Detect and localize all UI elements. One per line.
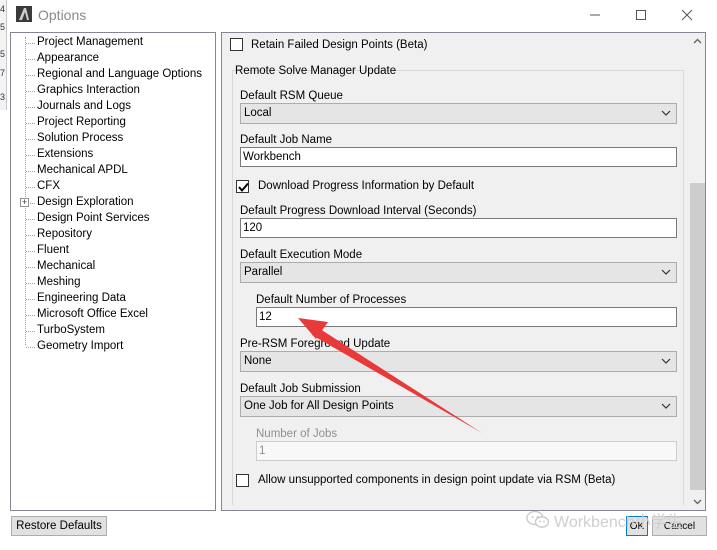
tree-item-graphics-interaction[interactable]: Graphics Interaction bbox=[11, 83, 215, 99]
tree-item-journals-logs[interactable]: Journals and Logs bbox=[11, 99, 215, 115]
pre-rsm-update-value: None bbox=[244, 355, 272, 367]
tree-item-turbosystem[interactable]: TurboSystem bbox=[11, 323, 215, 339]
edge-char: 3 bbox=[0, 92, 6, 102]
download-progress-label: Download Progress Information by Default bbox=[258, 180, 475, 192]
ansys-logo-icon bbox=[16, 6, 32, 22]
tree-item-meshing[interactable]: Meshing bbox=[11, 275, 215, 291]
tree-item-appearance[interactable]: Appearance bbox=[11, 51, 215, 67]
minimize-icon bbox=[590, 14, 600, 16]
allow-unsupported-checkbox[interactable] bbox=[236, 474, 249, 487]
download-interval-input[interactable]: 120 bbox=[240, 218, 677, 238]
window-title: Options bbox=[38, 7, 87, 23]
checkmark-icon bbox=[238, 182, 249, 193]
tree-item-microsoft-office-excel[interactable]: Microsoft Office Excel bbox=[11, 307, 215, 323]
default-job-name-label: Default Job Name bbox=[240, 134, 333, 146]
watermark: Workbench小学生 bbox=[526, 508, 683, 532]
edge-char: 7 bbox=[0, 68, 6, 78]
num-processes-label: Default Number of Processes bbox=[256, 294, 407, 306]
default-rsm-queue-label: Default RSM Queue bbox=[240, 90, 343, 102]
rsm-group-title: Remote Solve Manager Update bbox=[235, 65, 397, 77]
number-of-jobs-input: 1 bbox=[256, 441, 677, 461]
title-bar: Options bbox=[0, 0, 717, 30]
default-job-name-input[interactable]: Workbench bbox=[240, 147, 677, 167]
pre-rsm-update-label: Pre-RSM Foreground Update bbox=[240, 338, 391, 350]
default-job-name-value: Workbench bbox=[243, 151, 301, 163]
number-of-jobs-label: Number of Jobs bbox=[256, 428, 338, 440]
tree-item-repository[interactable]: Repository bbox=[11, 227, 215, 243]
vertical-scrollbar[interactable] bbox=[688, 33, 705, 510]
tree-item-fluent[interactable]: Fluent bbox=[11, 243, 215, 259]
chevron-down-icon bbox=[693, 499, 702, 505]
num-processes-value: 12 bbox=[259, 311, 272, 323]
edge-char: 5 bbox=[0, 49, 6, 59]
tree-item-geometry-import[interactable]: Geometry Import bbox=[11, 339, 215, 355]
download-progress-checkbox[interactable] bbox=[236, 180, 249, 193]
maximize-button[interactable] bbox=[618, 0, 664, 30]
execution-mode-select[interactable]: Parallel bbox=[240, 262, 677, 283]
tree-item-project-reporting[interactable]: Project Reporting bbox=[11, 115, 215, 131]
chevron-down-icon bbox=[661, 110, 671, 116]
edge-char: 4 bbox=[0, 4, 6, 14]
scroll-down-button[interactable] bbox=[689, 493, 705, 510]
restore-defaults-button[interactable]: Restore Defaults bbox=[11, 516, 107, 536]
close-button[interactable] bbox=[664, 0, 710, 30]
tree-item-solution-process[interactable]: Solution Process bbox=[11, 131, 215, 147]
tree-item-mechanical-apdl[interactable]: Mechanical APDL bbox=[11, 163, 215, 179]
download-interval-label: Default Progress Download Interval (Seco… bbox=[240, 205, 477, 217]
tree-item-project-management[interactable]: Project Management bbox=[11, 35, 215, 51]
maximize-icon bbox=[636, 10, 646, 20]
default-rsm-queue-select[interactable]: Local bbox=[240, 103, 677, 124]
scrollbar-thumb[interactable] bbox=[690, 183, 705, 490]
default-rsm-queue-value: Local bbox=[244, 107, 272, 119]
job-submission-value: One Job for All Design Points bbox=[244, 400, 394, 412]
chevron-down-icon bbox=[661, 269, 671, 275]
watermark-text: Workbench小学生 bbox=[554, 514, 683, 531]
tree-item-engineering-data[interactable]: Engineering Data bbox=[11, 291, 215, 307]
pre-rsm-update-select[interactable]: None bbox=[240, 351, 677, 372]
download-interval-value: 120 bbox=[243, 222, 263, 234]
tree-item-design-point-services[interactable]: Design Point Services bbox=[11, 211, 215, 227]
execution-mode-value: Parallel bbox=[244, 266, 283, 278]
job-submission-select[interactable]: One Job for All Design Points bbox=[240, 396, 677, 417]
num-processes-input[interactable]: 12 bbox=[256, 307, 677, 327]
tree-item-extensions[interactable]: Extensions bbox=[11, 147, 215, 163]
close-icon bbox=[681, 9, 693, 21]
tree-item-cfx[interactable]: CFX bbox=[11, 179, 215, 195]
retain-failed-checkbox[interactable] bbox=[230, 38, 243, 51]
allow-unsupported-label: Allow unsupported components in design p… bbox=[258, 474, 616, 486]
execution-mode-label: Default Execution Mode bbox=[240, 249, 363, 261]
chevron-down-icon bbox=[661, 358, 671, 364]
expand-plus-icon[interactable]: + bbox=[20, 198, 29, 207]
tree-item-design-exploration[interactable]: + Design Exploration bbox=[11, 195, 215, 211]
job-submission-label: Default Job Submission bbox=[240, 383, 361, 395]
number-of-jobs-value: 1 bbox=[259, 445, 266, 457]
scroll-up-button[interactable] bbox=[689, 33, 705, 50]
settings-panel: Retain Failed Design Points (Beta) Remot… bbox=[221, 32, 706, 511]
background-window-edge: 4 5 5 7 3 bbox=[0, 0, 7, 110]
chevron-down-icon bbox=[661, 403, 671, 409]
tree-item-regional-language[interactable]: Regional and Language Options bbox=[11, 67, 215, 83]
retain-failed-label: Retain Failed Design Points (Beta) bbox=[251, 39, 428, 51]
edge-char: 5 bbox=[0, 22, 6, 32]
chevron-up-icon bbox=[693, 38, 702, 44]
tree-item-mechanical[interactable]: Mechanical bbox=[11, 259, 215, 275]
options-tree[interactable]: Project Management Appearance Regional a… bbox=[10, 32, 216, 511]
wechat-icon bbox=[526, 510, 550, 528]
minimize-button[interactable] bbox=[572, 0, 618, 30]
